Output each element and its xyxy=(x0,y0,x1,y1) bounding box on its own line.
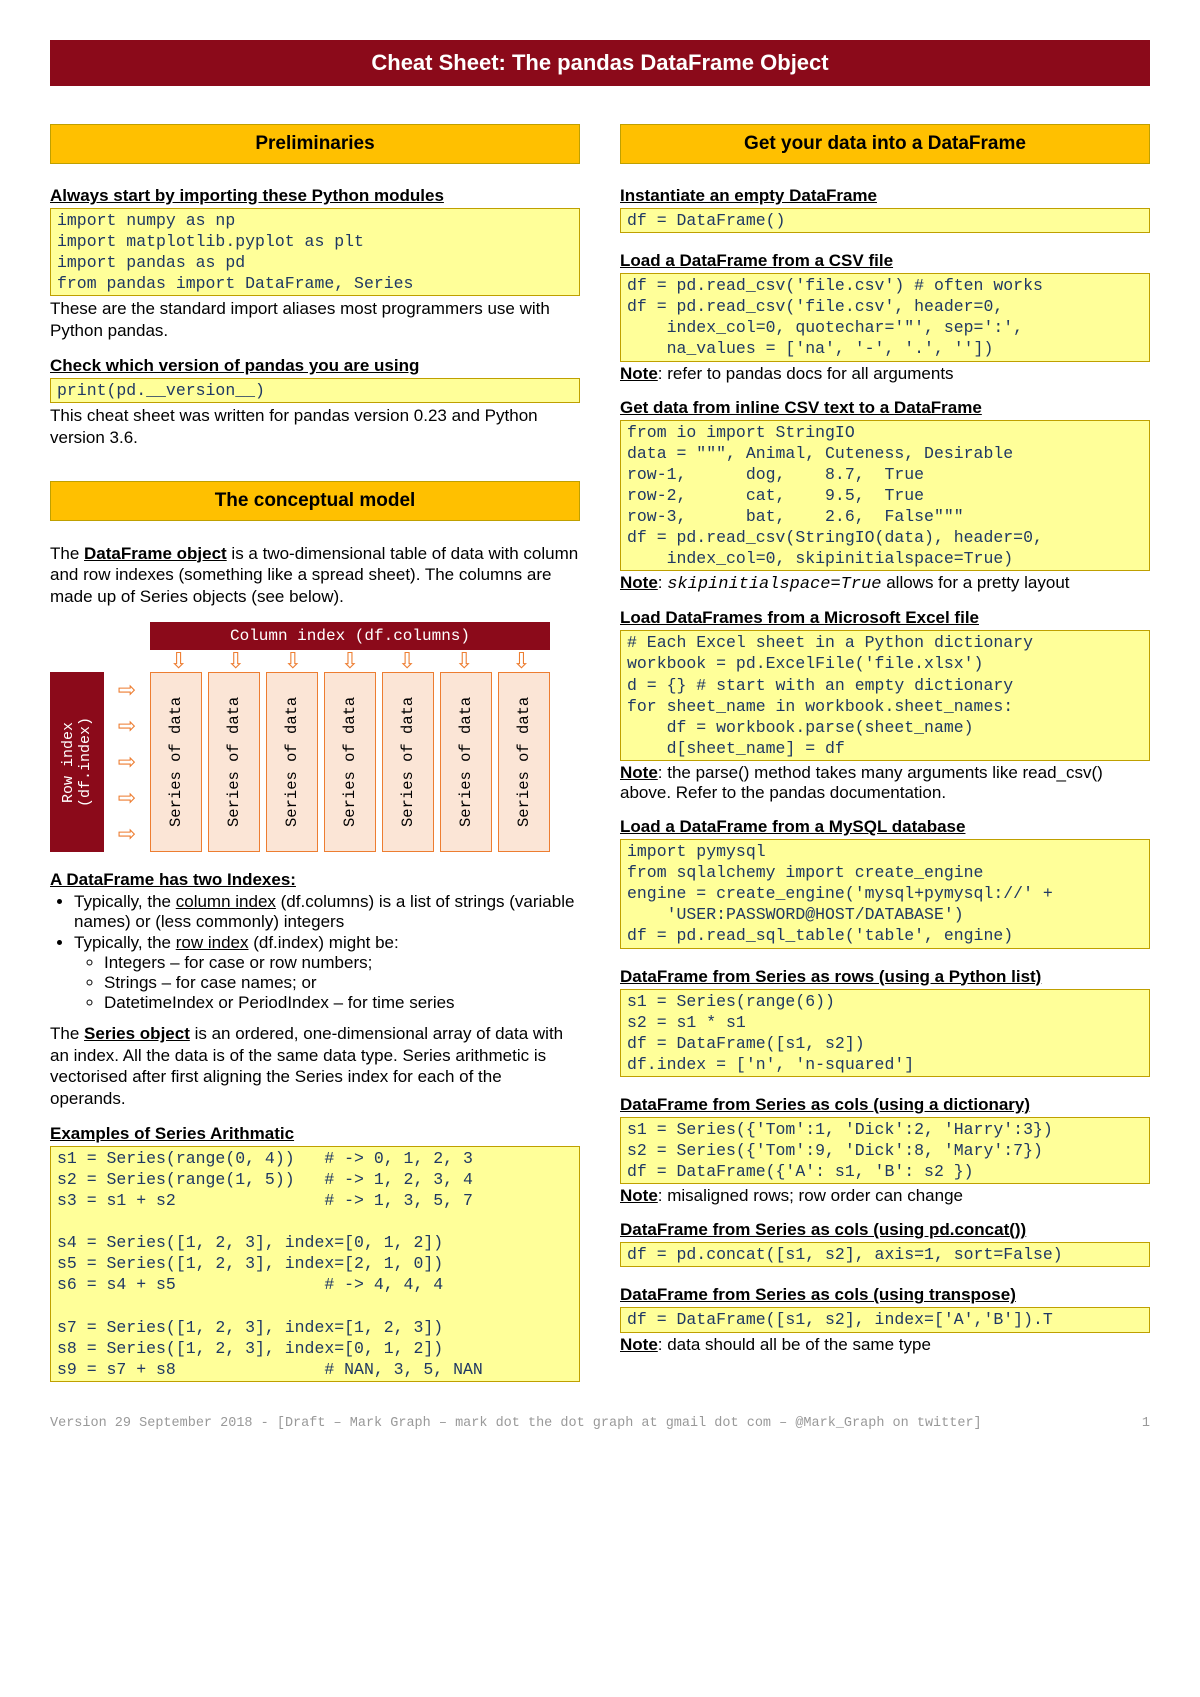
diagram-series-col: Series of data xyxy=(440,672,492,852)
text-series-desc: The Series object is an ordered, one-dim… xyxy=(50,1023,580,1110)
diagram-series-col: Series of data xyxy=(150,672,202,852)
down-arrow-icon: ⇩ xyxy=(264,650,321,672)
diagram-series-col: Series of data xyxy=(266,672,318,852)
subhead-empty-df: Instantiate an empty DataFrame xyxy=(620,186,1150,206)
diagram-series-columns: Series of data Series of data Series of … xyxy=(150,672,550,852)
text-import-aliases: These are the standard import aliases mo… xyxy=(50,298,580,342)
diagram-down-arrows: ⇩ ⇩ ⇩ ⇩ ⇩ ⇩ ⇩ xyxy=(150,650,550,672)
note-inline-csv: Note: skipinitialspace=True allows for a… xyxy=(620,573,1150,594)
footer-version: Version 29 September 2018 - [Draft – Mar… xyxy=(50,1416,982,1431)
right-arrow-icon: ⇨ xyxy=(118,677,136,703)
list-item: Integers – for case or row numbers; xyxy=(104,953,580,973)
down-arrow-icon: ⇩ xyxy=(321,650,378,672)
code-empty-df: df = DataFrame() xyxy=(620,208,1150,233)
code-series-cols-concat: df = pd.concat([s1, s2], axis=1, sort=Fa… xyxy=(620,1242,1150,1267)
section-get-data: Get your data into a DataFrame xyxy=(620,124,1150,164)
code-series-cols-transpose: df = DataFrame([s1, s2], index=['A','B']… xyxy=(620,1307,1150,1332)
code-mysql: import pymysql from sqlalchemy import cr… xyxy=(620,839,1150,949)
note-series-cols-transpose: Note: data should all be of the same typ… xyxy=(620,1335,1150,1355)
section-conceptual-model: The conceptual model xyxy=(50,481,580,521)
indexes-list: Typically, the column index (df.columns)… xyxy=(50,892,580,1013)
list-item: Typically, the row index (df.index) migh… xyxy=(74,933,580,1013)
subhead-series-rows: DataFrame from Series as rows (using a P… xyxy=(620,967,1150,987)
text-version-info: This cheat sheet was written for pandas … xyxy=(50,405,580,449)
down-arrow-icon: ⇩ xyxy=(379,650,436,672)
right-arrow-icon: ⇨ xyxy=(118,821,136,847)
left-column: Preliminaries Always start by importing … xyxy=(50,124,580,1382)
subhead-series-arithmetic: Examples of Series Arithmatic xyxy=(50,1124,580,1144)
note-series-cols-dict: Note: misaligned rows; row order can cha… xyxy=(620,1186,1150,1206)
code-series-cols-dict: s1 = Series({'Tom':1, 'Dick':2, 'Harry':… xyxy=(620,1117,1150,1184)
subhead-series-cols-dict: DataFrame from Series as cols (using a d… xyxy=(620,1095,1150,1115)
page-number: 1 xyxy=(1142,1416,1150,1431)
diagram-series-col: Series of data xyxy=(498,672,550,852)
code-series-rows: s1 = Series(range(6)) s2 = s1 * s1 df = … xyxy=(620,989,1150,1077)
diagram-series-col: Series of data xyxy=(208,672,260,852)
diagram-row-index-label: Row index (df.index) xyxy=(50,672,104,852)
code-series-arithmetic: s1 = Series(range(0, 4)) # -> 0, 1, 2, 3… xyxy=(50,1146,580,1382)
subhead-series-cols-concat: DataFrame from Series as cols (using pd.… xyxy=(620,1220,1150,1240)
right-column: Get your data into a DataFrame Instantia… xyxy=(620,124,1150,1382)
code-inline-csv: from io import StringIO data = """, Anim… xyxy=(620,420,1150,572)
code-excel: # Each Excel sheet in a Python dictionar… xyxy=(620,630,1150,761)
diagram-column-index-label: Column index (df.columns) xyxy=(150,622,550,650)
down-arrow-icon: ⇩ xyxy=(436,650,493,672)
code-version: print(pd.__version__) xyxy=(50,378,580,403)
subhead-mysql: Load a DataFrame from a MySQL database xyxy=(620,817,1150,837)
section-preliminaries: Preliminaries xyxy=(50,124,580,164)
page-title: Cheat Sheet: The pandas DataFrame Object xyxy=(50,40,1150,86)
list-item: Typically, the column index (df.columns)… xyxy=(74,892,580,932)
subhead-excel: Load DataFrames from a Microsoft Excel f… xyxy=(620,608,1150,628)
two-column-layout: Preliminaries Always start by importing … xyxy=(50,124,1150,1382)
code-csv: df = pd.read_csv('file.csv') # often wor… xyxy=(620,273,1150,361)
subhead-series-cols-transpose: DataFrame from Series as cols (using tra… xyxy=(620,1285,1150,1305)
right-arrow-icon: ⇨ xyxy=(118,749,136,775)
subhead-version: Check which version of pandas you are us… xyxy=(50,356,580,376)
right-arrow-icon: ⇨ xyxy=(118,785,136,811)
subhead-csv: Load a DataFrame from a CSV file xyxy=(620,251,1150,271)
subhead-inline-csv: Get data from inline CSV text to a DataF… xyxy=(620,398,1150,418)
code-imports: import numpy as np import matplotlib.pyp… xyxy=(50,208,580,296)
dataframe-diagram: Column index (df.columns) ⇩ ⇩ ⇩ ⇩ ⇩ ⇩ ⇩ … xyxy=(50,622,580,852)
page-footer: Version 29 September 2018 - [Draft – Mar… xyxy=(50,1416,1150,1431)
list-item: Strings – for case names; or xyxy=(104,973,580,993)
down-arrow-icon: ⇩ xyxy=(207,650,264,672)
diagram-right-arrows: ⇨ ⇨ ⇨ ⇨ ⇨ xyxy=(104,672,150,852)
down-arrow-icon: ⇩ xyxy=(493,650,550,672)
right-arrow-icon: ⇨ xyxy=(118,713,136,739)
list-item: DatetimeIndex or PeriodIndex – for time … xyxy=(104,993,580,1013)
diagram-series-col: Series of data xyxy=(382,672,434,852)
diagram-series-col: Series of data xyxy=(324,672,376,852)
note-excel: Note: the parse() method takes many argu… xyxy=(620,763,1150,803)
down-arrow-icon: ⇩ xyxy=(150,650,207,672)
note-csv: Note: refer to pandas docs for all argum… xyxy=(620,364,1150,384)
subhead-two-indexes: A DataFrame has two Indexes: xyxy=(50,870,580,890)
subhead-imports: Always start by importing these Python m… xyxy=(50,186,580,206)
text-dataframe-desc: The DataFrame object is a two-dimensiona… xyxy=(50,543,580,608)
